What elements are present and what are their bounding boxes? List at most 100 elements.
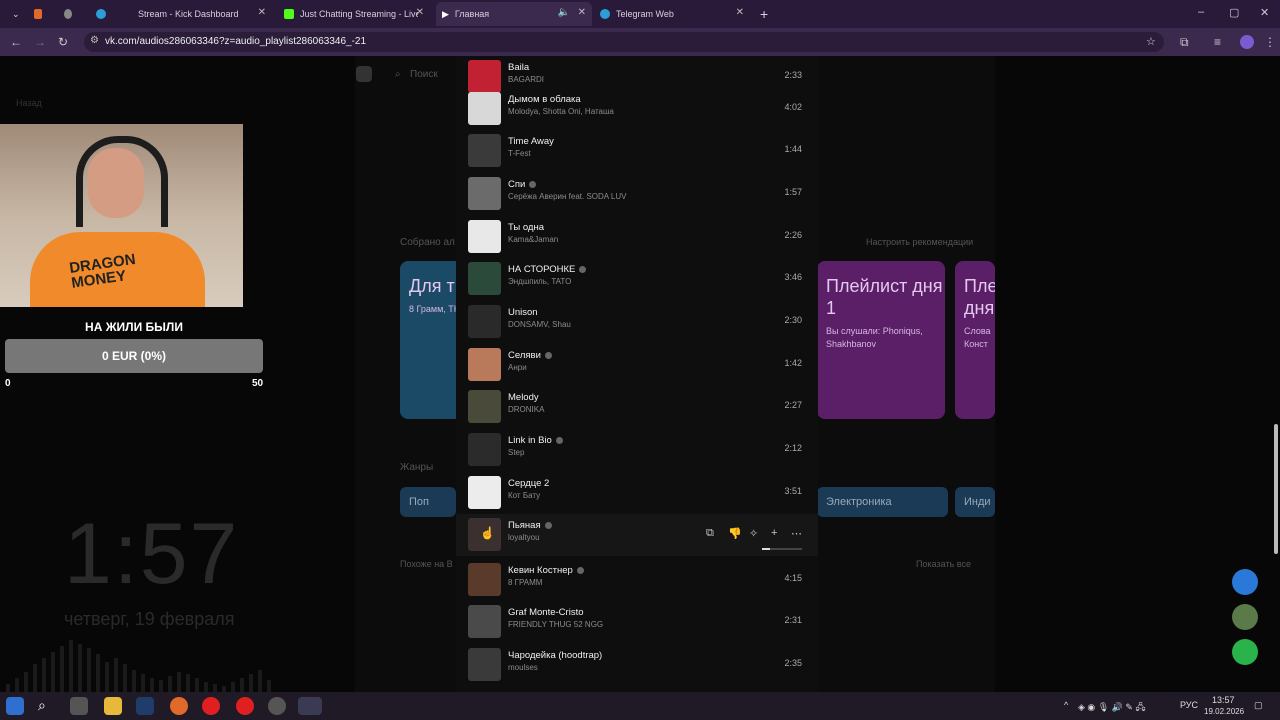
close-window-icon[interactable]: ✕: [1260, 6, 1269, 19]
track-cover[interactable]: [468, 305, 501, 338]
firefox-icon[interactable]: [170, 697, 188, 715]
verified-icon: [544, 522, 552, 529]
track-row[interactable]: НА СТОРОНКЕ Эндшпиль, TATO 3:46: [456, 258, 818, 300]
reload-icon[interactable]: ↻: [58, 35, 68, 49]
forward-icon[interactable]: →: [34, 35, 46, 49]
genre-indie[interactable]: Инди: [955, 487, 995, 517]
dislike-icon[interactable]: 👎: [728, 527, 742, 540]
page-scrollbar[interactable]: [1274, 424, 1278, 554]
app-avatar[interactable]: [1232, 639, 1258, 665]
tab-pinned-1[interactable]: [28, 2, 54, 26]
back-link[interactable]: Назад: [16, 98, 42, 108]
track-cover[interactable]: [468, 220, 501, 253]
playlist-card-2[interactable]: Плейлист дня 1 Вы слушали: Phoniqus, Sha…: [817, 261, 945, 419]
search-input[interactable]: Поиск: [410, 69, 438, 80]
file-explorer-icon[interactable]: [104, 697, 122, 715]
menu-icon[interactable]: ⋮: [1264, 35, 1276, 49]
tab-pinned-2[interactable]: [58, 2, 84, 26]
track-cover[interactable]: [468, 648, 501, 681]
track-row[interactable]: Пьяная loyaltyou ⧉ 👎 ✧ + ⋯ ☝: [456, 514, 818, 556]
playlist-card-title: Для т: [409, 276, 455, 296]
show-all-link[interactable]: Показать все: [916, 559, 971, 569]
track-row[interactable]: Time Away T-Fest 1:44: [456, 130, 818, 172]
track-cover[interactable]: [468, 134, 501, 167]
media-controls-icon[interactable]: ≡: [1214, 35, 1221, 49]
track-cover[interactable]: [468, 92, 501, 125]
genre-pop[interactable]: Поп: [400, 487, 456, 517]
chat-avatar[interactable]: [1232, 604, 1258, 630]
track-progress-bar[interactable]: [762, 548, 802, 550]
track-cover[interactable]: [468, 348, 501, 381]
track-title: Селяви: [508, 350, 552, 361]
genre-label: Поп: [409, 496, 429, 508]
more-icon[interactable]: ⋯: [791, 527, 802, 540]
steam-icon[interactable]: [136, 697, 154, 715]
search-icon[interactable]: ⌕: [38, 697, 56, 715]
track-cover[interactable]: [468, 390, 501, 423]
track-row[interactable]: Спи Серёжа Аверин feat. SODA LUV 1:57: [456, 173, 818, 215]
donation-goal-value: 0 EUR (0%): [101, 349, 166, 363]
vk-messenger-avatar[interactable]: [1232, 569, 1258, 595]
close-icon[interactable]: ✕: [416, 7, 424, 18]
track-row[interactable]: Melody DRONIKA 2:27: [456, 386, 818, 428]
copy-icon[interactable]: ⧉: [706, 527, 714, 540]
track-row[interactable]: Ты одна Kama&Jaman 2:26: [456, 216, 818, 258]
visualizer-bar: [24, 672, 28, 692]
tab-glavnaya[interactable]: ▶ Главная 🔈 ✕: [436, 2, 592, 26]
close-icon[interactable]: ✕: [736, 7, 744, 18]
tray-time[interactable]: 13:57: [1212, 695, 1235, 705]
track-cover[interactable]: [468, 476, 501, 509]
yandex-icon[interactable]: [202, 697, 220, 715]
tab-list-button[interactable]: ⌄: [6, 2, 24, 26]
donation-goal-max: 50: [252, 378, 264, 389]
tray-language[interactable]: РУС: [1180, 700, 1198, 710]
visualizer-bar: [33, 664, 37, 692]
sparkle-icon[interactable]: ✧: [749, 527, 758, 540]
playlist-card-3[interactable]: Плей дня Слова Конст: [955, 261, 995, 419]
track-cover[interactable]: [468, 177, 501, 210]
profile-avatar[interactable]: [1240, 35, 1254, 49]
track-cover[interactable]: [468, 563, 501, 596]
tray-date[interactable]: 19.02.2026: [1204, 707, 1244, 716]
restore-icon[interactable]: ▢: [1229, 6, 1239, 19]
track-row[interactable]: Чародейка (hoodtrap) moulses 2:35: [456, 644, 818, 686]
tray-chevron-icon[interactable]: ^: [1064, 700, 1068, 710]
tray-icons[interactable]: ◈ ◉ 🎙 🔊 ✎ 🖧: [1078, 700, 1146, 716]
track-row[interactable]: Дымом в облака Molodya, Shotta Oni, Наташ…: [456, 88, 818, 130]
track-row[interactable]: Graf Monte-Cristo FRIENDLY THUG 52 NGG 2:3…: [456, 601, 818, 643]
tab-telegram-web[interactable]: Telegram Web ✕: [594, 2, 750, 26]
vk-logo[interactable]: [356, 66, 372, 82]
yandex-browser-icon[interactable]: [236, 697, 254, 715]
task-view-icon[interactable]: [70, 697, 88, 715]
new-tab-button[interactable]: +: [754, 2, 774, 26]
track-row[interactable]: Селяви Анри 1:42: [456, 344, 818, 386]
tab-just-chatting[interactable]: Just Chatting Streaming - Live S ✕: [278, 2, 430, 26]
track-row[interactable]: Link in Bio Step 2:12: [456, 429, 818, 471]
track-cover[interactable]: [468, 262, 501, 295]
tune-recommendations-link[interactable]: Настроить рекомендации: [866, 237, 973, 247]
track-row[interactable]: Кевин Костнер 8 ГРАММ 4:15: [456, 559, 818, 601]
track-duration: 1:57: [784, 187, 802, 197]
genre-electronic[interactable]: Электроника: [817, 487, 948, 517]
track-row[interactable]: Unison DONSAMV, Shau 2:30: [456, 301, 818, 343]
extensions-icon[interactable]: ⧉: [1180, 35, 1189, 50]
add-icon[interactable]: +: [771, 527, 777, 539]
close-icon[interactable]: ✕: [258, 7, 266, 18]
track-row[interactable]: Сердце 2 Кот Бату 3:51: [456, 472, 818, 514]
windows-start-icon[interactable]: [6, 697, 24, 715]
track-cover[interactable]: [468, 605, 501, 638]
bookmark-star-icon[interactable]: ☆: [1146, 35, 1156, 48]
url-field[interactable]: ⚙ vk.com/audios286063346?z=audio_playlis…: [84, 32, 1164, 52]
site-info-icon[interactable]: ⚙: [90, 35, 99, 46]
obs-icon[interactable]: [268, 697, 286, 715]
notifications-icon[interactable]: ▢: [1254, 700, 1263, 711]
address-bar-row: ← → ↻ ⚙ vk.com/audios286063346?z=audio_p…: [0, 28, 1280, 56]
speaker-icon[interactable]: 🔈: [558, 7, 570, 18]
track-progress-fill: [762, 548, 770, 550]
chrome-icon[interactable]: [298, 697, 322, 715]
back-icon[interactable]: ←: [10, 35, 22, 49]
track-cover[interactable]: [468, 433, 501, 466]
close-icon[interactable]: ✕: [578, 7, 586, 18]
minimize-icon[interactable]: –: [1198, 6, 1204, 18]
tab-kick-dashboard[interactable]: Stream - Kick Dashboard ✕: [90, 2, 272, 26]
